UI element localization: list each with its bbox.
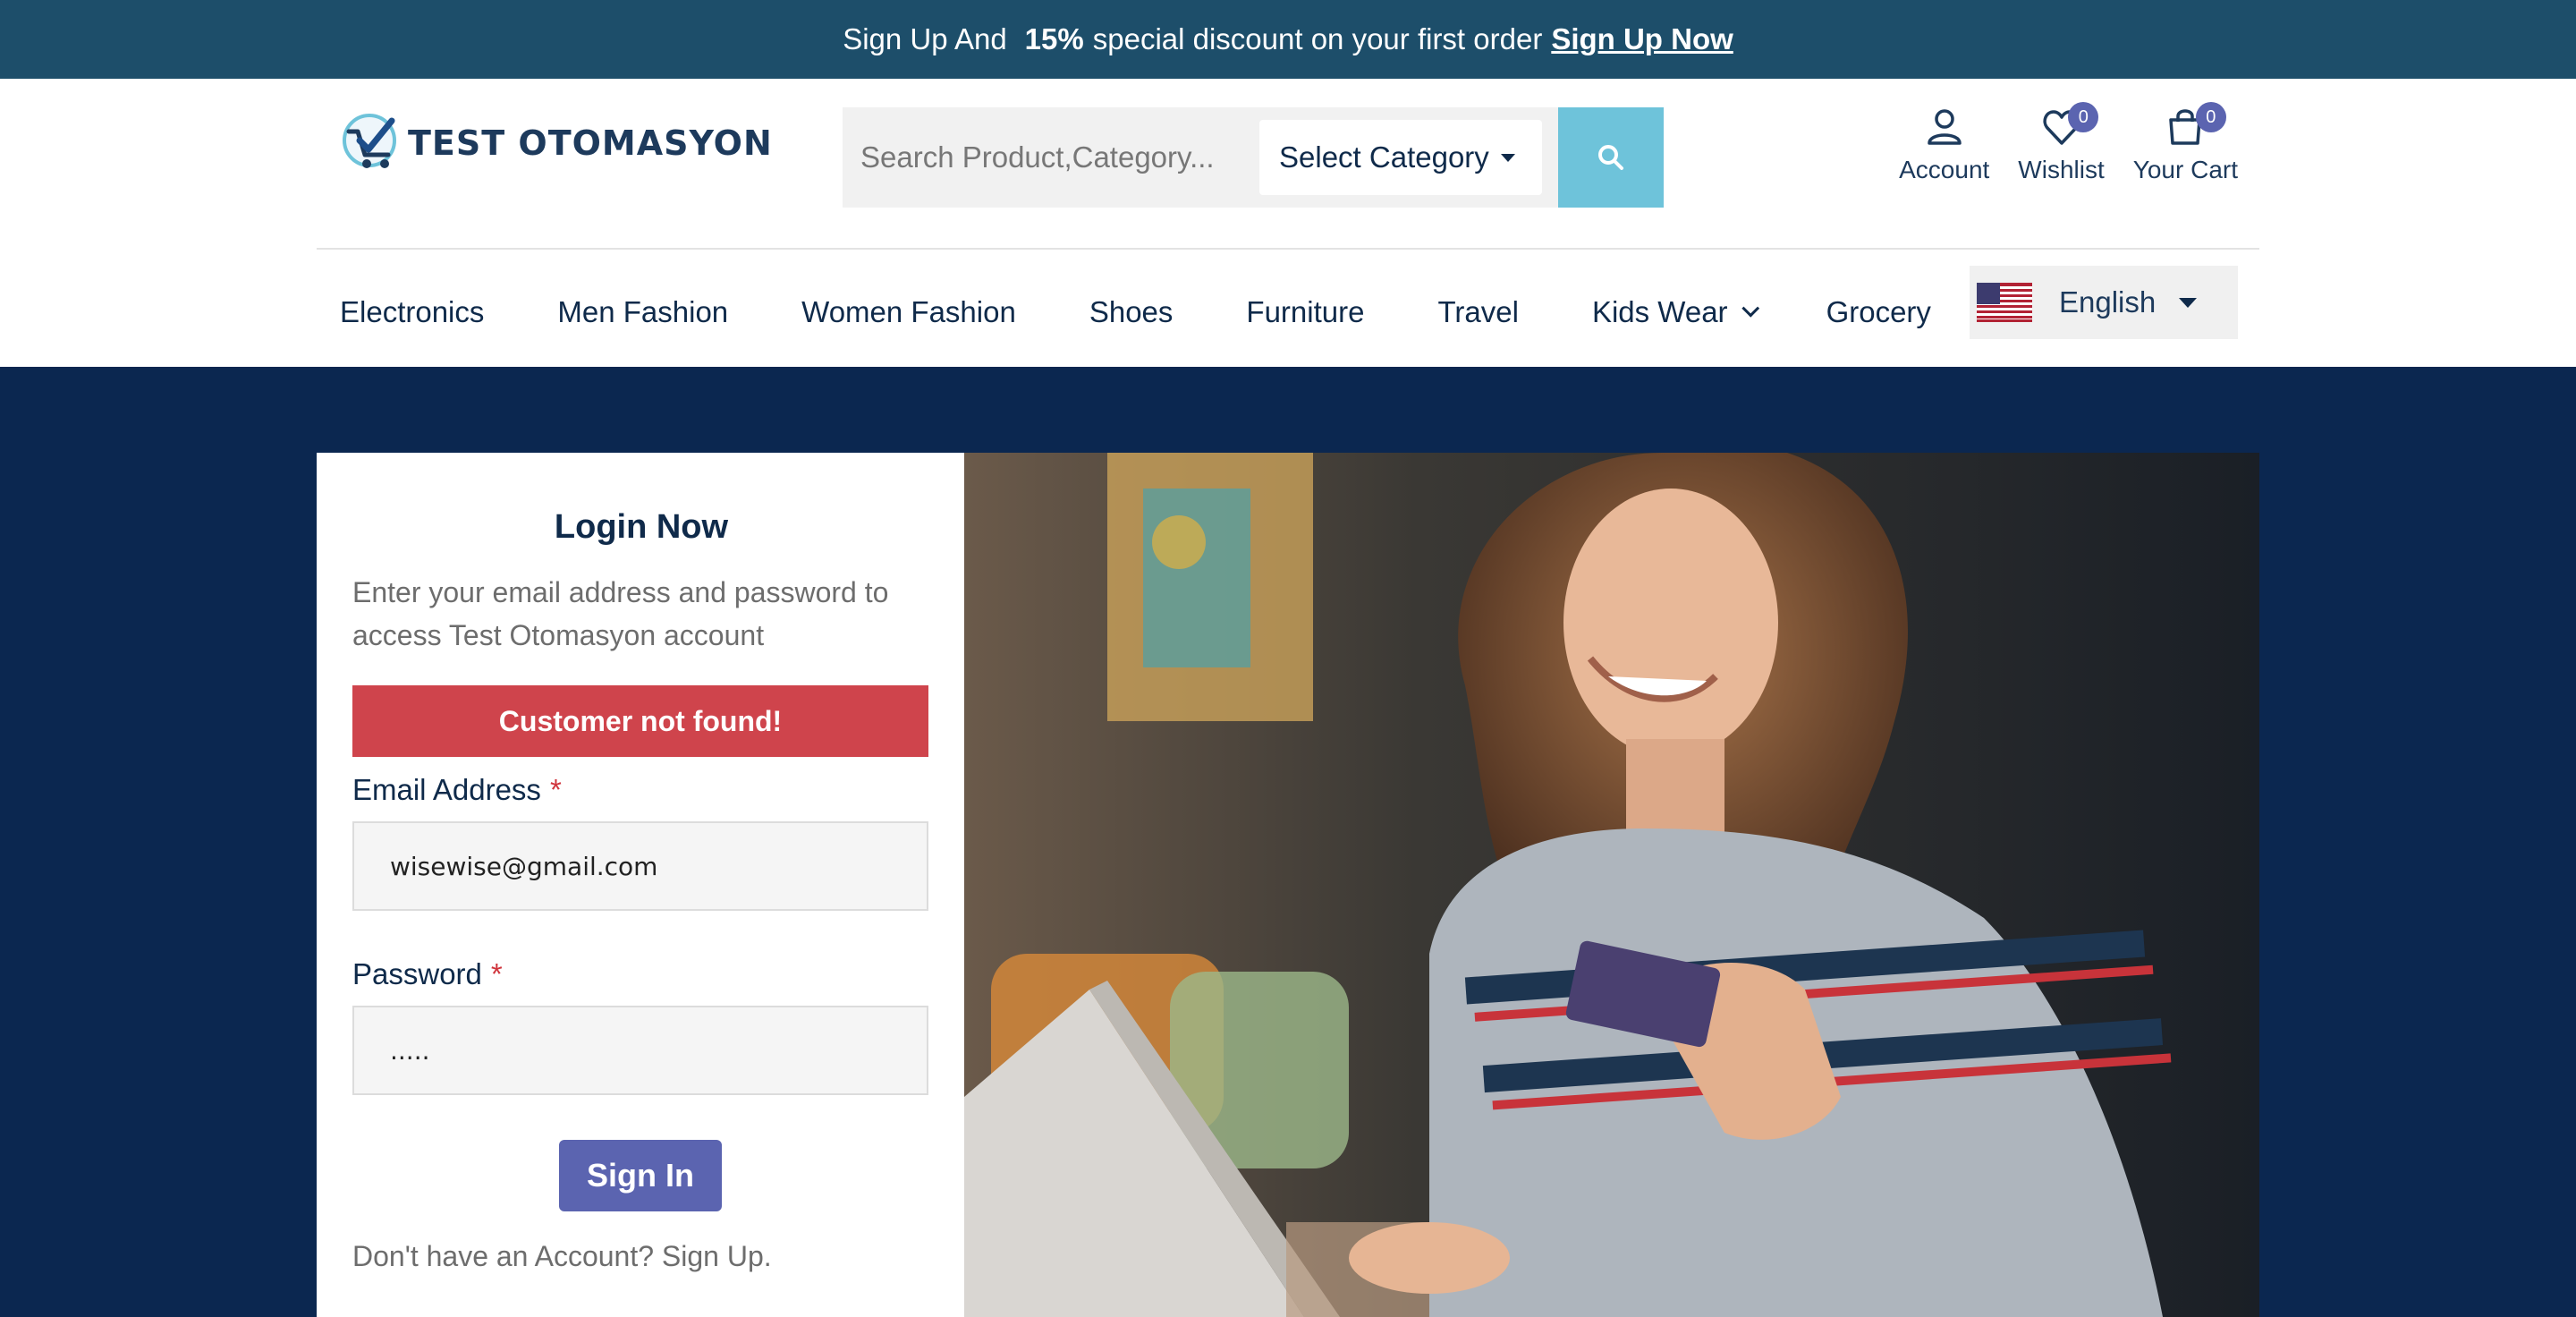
cart-count-badge: 0	[2195, 102, 2226, 132]
login-description: Enter your email address and password to…	[352, 576, 889, 651]
sign-in-button[interactable]: Sign In	[559, 1140, 722, 1211]
woman-shopping-photo	[964, 453, 2259, 1317]
category-select-label: Select Category	[1279, 140, 1489, 174]
logo-text: TEST OTOMASYON	[408, 123, 773, 163]
caret-down-icon	[2179, 298, 2197, 308]
wishlist-label: Wishlist	[2018, 156, 2105, 183]
category-select[interactable]: Select Category	[1259, 120, 1542, 195]
cart-label: Your Cart	[2132, 156, 2238, 183]
search-button[interactable]	[1558, 107, 1664, 208]
error-alert: Customer not found!	[352, 685, 928, 757]
wishlist-count-badge: 0	[2068, 102, 2099, 132]
promo-signup-link[interactable]: Sign Up Now	[1551, 22, 1733, 56]
nav-item-women-fashion[interactable]: Women Fashion	[801, 295, 1016, 329]
wishlist-link[interactable]: 0 Wishlist	[2018, 102, 2105, 184]
email-label-text: Email Address	[352, 773, 541, 806]
language-label: English	[2059, 285, 2157, 319]
site-logo[interactable]: TEST OTOMASYON	[340, 111, 773, 175]
cart-link[interactable]: 0 Your Cart	[2132, 102, 2238, 184]
signup-prompt-text: Don't have an Account?	[352, 1240, 655, 1272]
promo-text-after: special discount on your first order	[1092, 22, 1543, 55]
login-section: Login Now Enter your email address and p…	[0, 367, 2576, 1317]
nav-item-grocery[interactable]: Grocery	[1826, 295, 1931, 329]
login-title: Login Now	[554, 508, 729, 546]
chevron-down-icon	[1741, 299, 1759, 318]
header-divider	[317, 248, 2259, 250]
search-icon	[1598, 145, 1623, 170]
required-mark: *	[549, 773, 562, 806]
search-input[interactable]	[843, 107, 1254, 208]
nav-item-kids-wear[interactable]: Kids Wear	[1591, 295, 1759, 329]
header-icons: Account 0 Wishlist 0 Your Cart	[1870, 102, 2238, 184]
main-nav: Electronics Men Fashion Women Fashion Sh…	[340, 281, 2004, 344]
hero-image	[964, 453, 2259, 1317]
required-mark: *	[490, 957, 503, 990]
account-link[interactable]: Account	[1899, 106, 1989, 184]
search-bar: Select Category	[843, 107, 1664, 208]
email-field[interactable]	[352, 821, 928, 911]
nav-item-furniture[interactable]: Furniture	[1246, 295, 1364, 329]
nav-item-electronics[interactable]: Electronics	[340, 295, 484, 329]
us-flag-icon	[1977, 283, 2032, 322]
email-label: Email Address *	[352, 773, 562, 807]
password-label-text: Password	[352, 957, 482, 990]
cart-check-logo-icon	[343, 114, 396, 168]
account-label: Account	[1899, 156, 1990, 183]
promo-discount: 15%	[1024, 22, 1084, 55]
promo-text-before: Sign Up And	[843, 22, 1007, 55]
caret-down-icon	[1501, 154, 1515, 162]
user-icon	[1927, 109, 1962, 145]
password-label: Password *	[352, 957, 503, 991]
signup-link[interactable]: Sign Up.	[662, 1240, 772, 1272]
password-field[interactable]	[352, 1006, 928, 1095]
site-header: TEST OTOMASYON Select Category Account	[0, 79, 2576, 367]
language-select[interactable]: English	[1970, 266, 2238, 339]
promo-bar: Sign Up And 15% special discount on your…	[0, 0, 2576, 79]
nav-item-shoes[interactable]: Shoes	[1089, 295, 1174, 329]
signup-prompt: Don't have an Account? Sign Up.	[352, 1240, 772, 1273]
login-card: Login Now Enter your email address and p…	[317, 453, 966, 1317]
nav-item-men-fashion[interactable]: Men Fashion	[557, 295, 728, 329]
nav-item-kids-wear-label: Kids Wear	[1591, 295, 1728, 328]
nav-item-travel[interactable]: Travel	[1437, 295, 1518, 329]
